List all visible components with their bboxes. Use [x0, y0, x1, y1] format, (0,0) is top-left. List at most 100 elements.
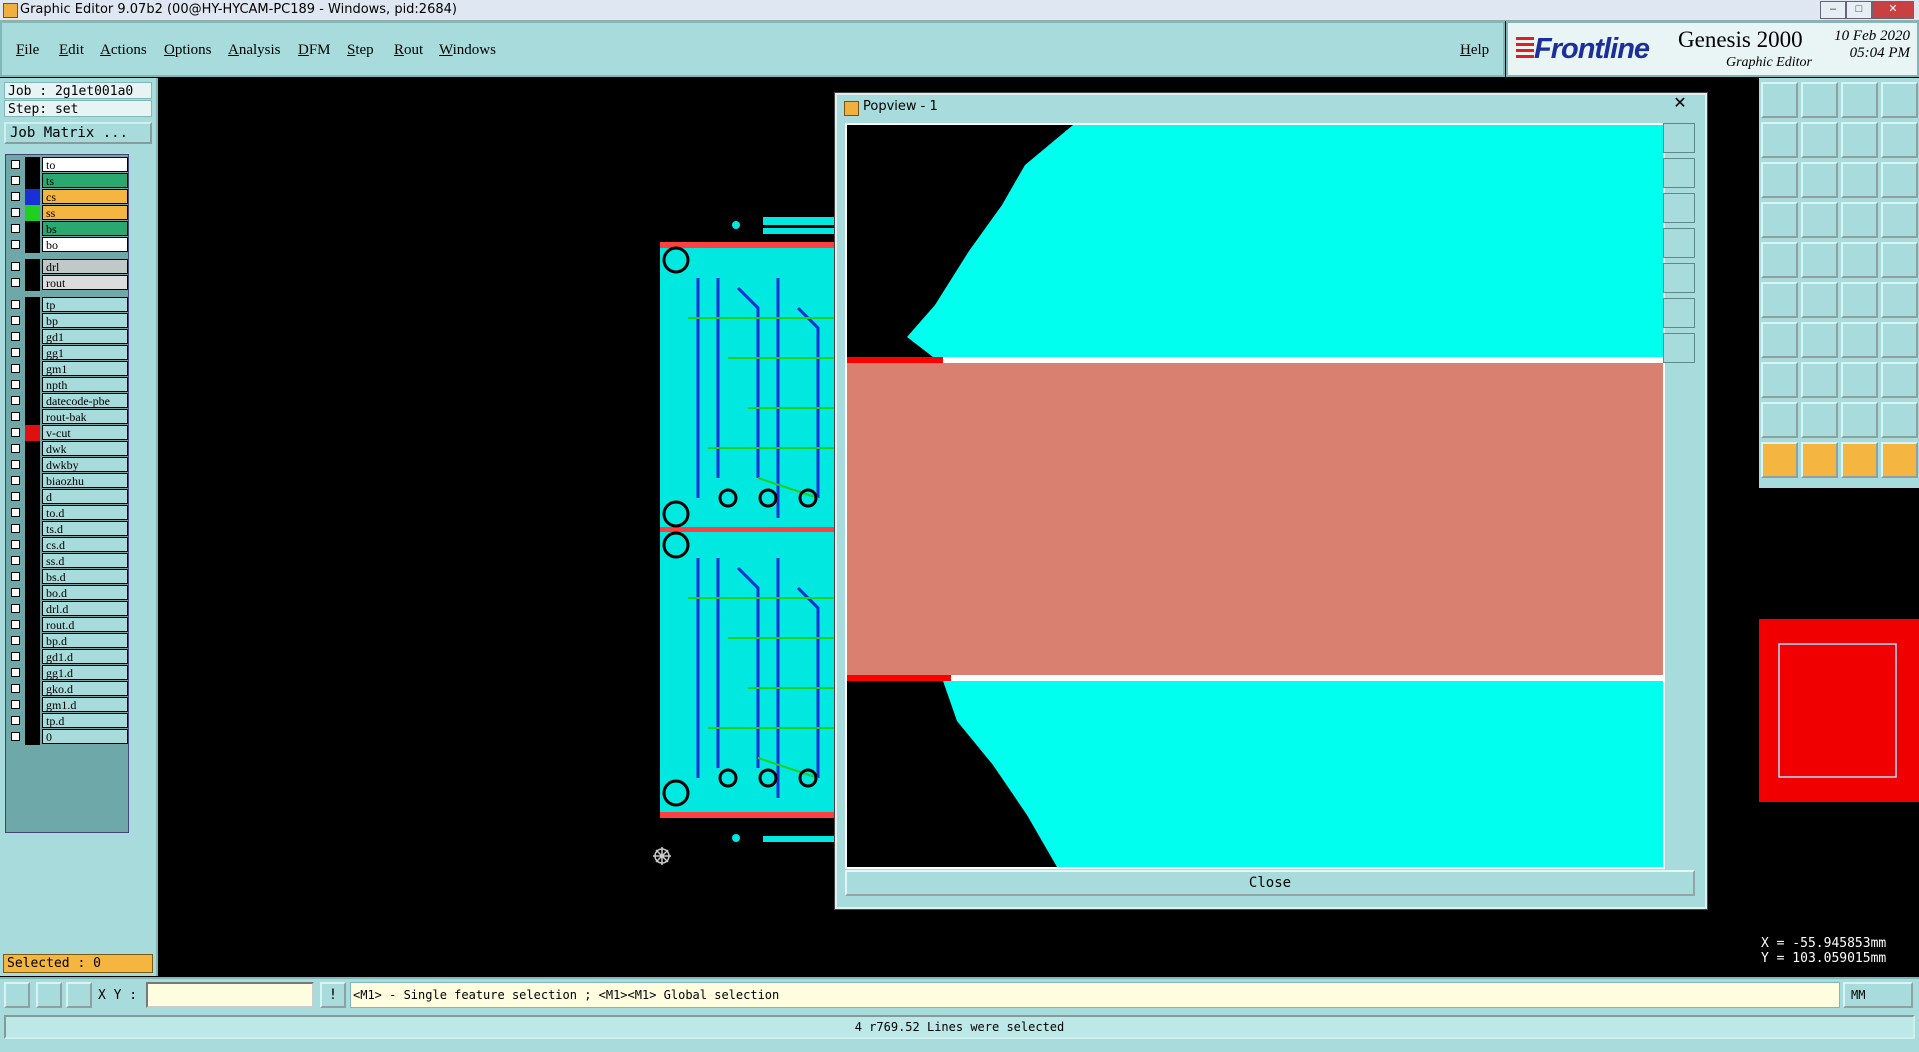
popview-canvas[interactable] — [845, 123, 1665, 869]
menu-options[interactable]: Options — [164, 42, 212, 59]
layer-checkbox[interactable] — [11, 556, 20, 565]
tool-button-icon[interactable] — [1801, 122, 1838, 158]
layer-checkbox[interactable] — [11, 508, 20, 517]
layer-color-swatch[interactable] — [25, 457, 40, 473]
layer-color-swatch[interactable] — [25, 425, 40, 441]
layer-checkbox[interactable] — [11, 684, 20, 693]
snap-mode-icon[interactable] — [4, 982, 30, 1008]
tool-button-icon[interactable] — [1801, 242, 1838, 278]
layer-color-swatch[interactable] — [25, 729, 40, 745]
layer-name[interactable]: cs — [42, 189, 128, 204]
tool-button-icon[interactable] — [1801, 162, 1838, 198]
layer-name[interactable]: dwk — [42, 441, 128, 456]
layer-color-swatch[interactable] — [25, 441, 40, 457]
layer-checkbox[interactable] — [11, 332, 20, 341]
tool-button-icon[interactable] — [1881, 122, 1918, 158]
layer-checkbox[interactable] — [11, 348, 20, 357]
layer-checkbox[interactable] — [11, 262, 20, 271]
tool-button-icon[interactable] — [1801, 402, 1838, 438]
layer-color-swatch[interactable] — [25, 259, 40, 275]
layer-name[interactable]: cs.d — [42, 537, 128, 552]
layer-row[interactable]: drl — [6, 259, 128, 275]
layer-color-swatch[interactable] — [25, 665, 40, 681]
tool-button-icon[interactable] — [1841, 202, 1878, 238]
popview-tool-6-icon[interactable] — [1663, 298, 1695, 328]
layer-color-swatch[interactable] — [25, 697, 40, 713]
layer-row[interactable]: ss.d — [6, 553, 128, 569]
layer-color-swatch[interactable] — [25, 221, 40, 237]
tool-button-icon[interactable] — [1801, 202, 1838, 238]
menu-file[interactable]: File — [16, 42, 39, 59]
layer-color-swatch[interactable] — [25, 345, 40, 361]
layer-checkbox[interactable] — [11, 636, 20, 645]
grid-mode-icon[interactable] — [66, 982, 92, 1008]
layer-name[interactable]: biaozhu — [42, 473, 128, 488]
layer-checkbox[interactable] — [11, 492, 20, 501]
layer-name[interactable]: gm1.d — [42, 697, 128, 712]
tool-button-icon[interactable] — [1761, 162, 1798, 198]
popview-tool-3-icon[interactable] — [1663, 193, 1695, 223]
layer-checkbox[interactable] — [11, 460, 20, 469]
popview-tool-7-icon[interactable] — [1663, 333, 1695, 363]
minimize-button[interactable]: – — [1820, 1, 1846, 19]
tool-button-icon[interactable] — [1801, 442, 1838, 478]
tool-button-icon[interactable] — [1801, 82, 1838, 118]
layer-row[interactable]: drl.d — [6, 601, 128, 617]
popview-close-icon[interactable]: ✕ — [1665, 95, 1695, 113]
layer-row[interactable]: d — [6, 489, 128, 505]
layer-row[interactable]: rout.d — [6, 617, 128, 633]
tool-button-icon[interactable] — [1881, 82, 1918, 118]
xy-input[interactable] — [146, 982, 314, 1008]
layer-row[interactable]: npth — [6, 377, 128, 393]
layer-color-swatch[interactable] — [25, 393, 40, 409]
layer-checkbox[interactable] — [11, 160, 20, 169]
layer-color-swatch[interactable] — [25, 409, 40, 425]
layer-row[interactable]: 0 — [6, 729, 128, 745]
tool-button-icon[interactable] — [1881, 322, 1918, 358]
tool-button-icon[interactable] — [1761, 402, 1798, 438]
layer-name[interactable]: npth — [42, 377, 128, 392]
layer-name[interactable]: rout — [42, 275, 128, 290]
popview-close-button[interactable]: Close — [845, 870, 1695, 896]
layer-color-swatch[interactable] — [25, 275, 40, 291]
menu-actions[interactable]: Actions — [100, 42, 147, 59]
layer-row[interactable]: bp — [6, 313, 128, 329]
layer-color-swatch[interactable] — [25, 157, 40, 173]
layer-color-swatch[interactable] — [25, 173, 40, 189]
layer-row[interactable]: tp.d — [6, 713, 128, 729]
layer-name[interactable]: datecode-pbe — [42, 393, 128, 408]
layer-row[interactable]: gko.d — [6, 681, 128, 697]
layer-row[interactable]: datecode-pbe — [6, 393, 128, 409]
layer-name[interactable]: bp — [42, 313, 128, 328]
layer-row[interactable]: to — [6, 157, 128, 173]
layer-row[interactable]: biaozhu — [6, 473, 128, 489]
tool-button-icon[interactable] — [1841, 282, 1878, 318]
layer-row[interactable]: bs — [6, 221, 128, 237]
tool-button-icon[interactable] — [1761, 122, 1798, 158]
menu-analysis[interactable]: Analysis — [228, 42, 281, 59]
maximize-button[interactable]: □ — [1846, 1, 1872, 19]
layer-name[interactable]: bp.d — [42, 633, 128, 648]
layer-color-swatch[interactable] — [25, 601, 40, 617]
layer-checkbox[interactable] — [11, 444, 20, 453]
layer-checkbox[interactable] — [11, 364, 20, 373]
layer-checkbox[interactable] — [11, 176, 20, 185]
layer-checkbox[interactable] — [11, 700, 20, 709]
layer-color-swatch[interactable] — [25, 585, 40, 601]
layer-checkbox[interactable] — [11, 732, 20, 741]
layer-name[interactable]: tp — [42, 297, 128, 312]
tool-button-icon[interactable] — [1761, 82, 1798, 118]
layer-checkbox[interactable] — [11, 652, 20, 661]
tool-button-icon[interactable] — [1801, 322, 1838, 358]
layer-color-swatch[interactable] — [25, 649, 40, 665]
tool-button-icon[interactable] — [1881, 162, 1918, 198]
layer-color-swatch[interactable] — [25, 521, 40, 537]
menu-step[interactable]: Step — [347, 42, 374, 59]
unit-selector[interactable]: MM — [1843, 982, 1913, 1008]
layer-name[interactable]: to — [42, 157, 128, 172]
popview-tool-2-icon[interactable] — [1663, 158, 1695, 188]
layer-name[interactable]: drl — [42, 259, 128, 274]
layer-row[interactable]: rout-bak — [6, 409, 128, 425]
tool-button-icon[interactable] — [1881, 202, 1918, 238]
layer-name[interactable]: drl.d — [42, 601, 128, 616]
